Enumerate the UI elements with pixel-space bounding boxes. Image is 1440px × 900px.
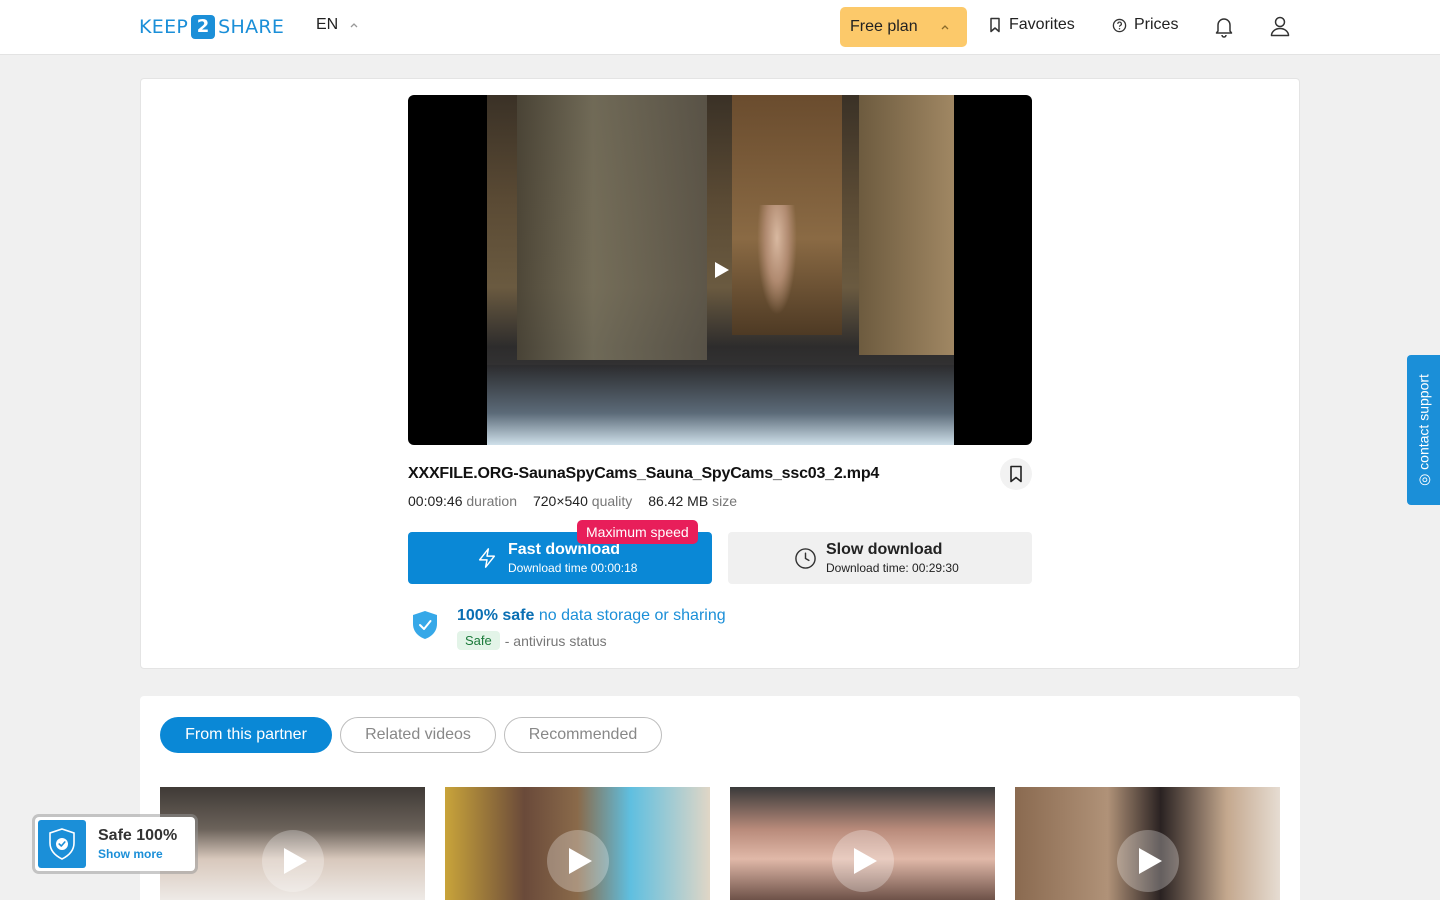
size-value: 86.42 MB bbox=[648, 493, 709, 509]
lightning-icon bbox=[478, 548, 496, 568]
shield-badge bbox=[38, 820, 86, 868]
play-icon bbox=[854, 848, 877, 874]
favorites-link[interactable]: Favorites bbox=[988, 16, 1075, 34]
antivirus-status-label: - antivirus status bbox=[504, 632, 607, 649]
shield-check-icon bbox=[413, 611, 437, 639]
add-to-favorites-button[interactable] bbox=[1000, 458, 1032, 490]
logo-text-keep: KEEP bbox=[139, 16, 189, 38]
bookmark-icon bbox=[990, 17, 1000, 33]
help-circle-icon bbox=[1112, 18, 1127, 32]
file-card: XXXFILE.ORG-SaunaSpyCams_Sauna_SpyCams_s… bbox=[140, 78, 1300, 669]
favorites-label: Favorites bbox=[1009, 16, 1075, 33]
show-more-link[interactable]: Show more bbox=[98, 847, 163, 861]
top-header: KEEP 2 SHARE EN Free plan Favorites Pric… bbox=[0, 0, 1440, 55]
safe-widget-title: Safe 100% bbox=[98, 827, 178, 844]
safety-rest: no data storage or sharing bbox=[538, 607, 726, 624]
safe-status-badge: Safe bbox=[457, 631, 500, 650]
play-icon[interactable] bbox=[714, 261, 730, 279]
user-account-icon[interactable] bbox=[1268, 14, 1292, 38]
slow-download-time: Download time: 00:29:30 bbox=[826, 561, 959, 575]
prices-link[interactable]: Prices bbox=[1112, 16, 1178, 34]
plan-label: Free plan bbox=[850, 18, 918, 35]
play-button[interactable] bbox=[832, 830, 894, 892]
play-button[interactable] bbox=[1117, 830, 1179, 892]
play-button[interactable] bbox=[547, 830, 609, 892]
duration-value: 00:09:46 bbox=[408, 493, 463, 509]
fast-download-time: Download time 00:00:18 bbox=[508, 561, 638, 575]
slow-download-button[interactable]: Slow download Download time: 00:29:30 bbox=[728, 532, 1032, 584]
related-videos-card: From this partner Related videos Recomme… bbox=[140, 696, 1300, 900]
shield-check-icon bbox=[49, 828, 75, 860]
maximum-speed-badge: Maximum speed bbox=[577, 520, 698, 544]
tab-from-this-partner[interactable]: From this partner bbox=[160, 717, 332, 753]
prices-label: Prices bbox=[1134, 16, 1179, 33]
bookmark-icon bbox=[1010, 465, 1022, 483]
antivirus-status: Safe - antivirus status bbox=[457, 631, 607, 650]
video-player[interactable] bbox=[408, 95, 1032, 445]
safe-100-widget[interactable]: Safe 100% Show more bbox=[35, 817, 195, 871]
quality-value: 720×540 bbox=[532, 493, 588, 509]
slow-download-title: Slow download bbox=[826, 541, 943, 558]
video-thumbnail[interactable] bbox=[1015, 787, 1280, 900]
notifications-bell-icon[interactable] bbox=[1212, 14, 1236, 38]
play-icon bbox=[284, 848, 307, 874]
safety-statement: 100% safe no data storage or sharing bbox=[457, 607, 726, 625]
tab-related-videos[interactable]: Related videos bbox=[340, 717, 496, 753]
tab-recommended[interactable]: Recommended bbox=[504, 717, 662, 753]
video-thumbnail[interactable] bbox=[445, 787, 710, 900]
logo-number: 2 bbox=[191, 15, 216, 39]
video-thumbnail[interactable] bbox=[730, 787, 995, 900]
quality-info: 720×540 quality bbox=[533, 493, 632, 509]
file-name: XXXFILE.ORG-SaunaSpyCams_Sauna_SpyCams_s… bbox=[408, 465, 880, 482]
file-meta: 00:09:46 duration 720×540 quality 86.42 … bbox=[408, 493, 737, 509]
contact-support-tab[interactable]: ◎ contact support bbox=[1407, 355, 1440, 505]
free-plan-button[interactable]: Free plan bbox=[840, 7, 967, 47]
contact-support-label: ◎ contact support bbox=[1415, 374, 1431, 486]
logo-text-share: SHARE bbox=[218, 16, 285, 38]
play-icon bbox=[569, 848, 592, 874]
play-button[interactable] bbox=[262, 830, 324, 892]
size-label: size bbox=[712, 493, 737, 509]
language-label: EN bbox=[316, 16, 339, 33]
video-thumbnail[interactable] bbox=[160, 787, 425, 900]
duration-info: 00:09:46 duration bbox=[408, 493, 517, 509]
safety-bold: 100% safe bbox=[457, 607, 535, 624]
language-selector[interactable]: EN bbox=[316, 16, 360, 34]
duration-label: duration bbox=[466, 493, 517, 509]
keep2share-logo[interactable]: KEEP 2 SHARE bbox=[139, 14, 284, 40]
play-icon bbox=[1139, 848, 1162, 874]
size-info: 86.42 MB size bbox=[648, 493, 737, 509]
clock-icon bbox=[795, 548, 816, 569]
chevron-up-icon bbox=[941, 25, 949, 30]
chevron-up-icon bbox=[350, 23, 358, 28]
quality-label: quality bbox=[591, 493, 633, 509]
